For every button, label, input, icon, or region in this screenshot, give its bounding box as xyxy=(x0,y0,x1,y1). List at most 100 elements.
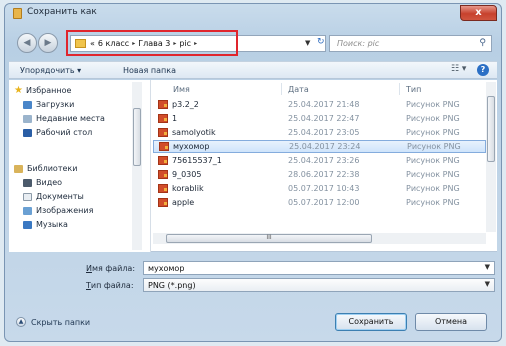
nav-item-label: Видео xyxy=(36,178,63,187)
nav-pane-scroll-thumb[interactable] xyxy=(133,108,141,166)
filetype-value: PNG (*.png) xyxy=(148,281,196,290)
png-file-icon xyxy=(158,170,168,179)
file-type: Рисунок PNG xyxy=(406,156,460,165)
nav-item-recent-places[interactable]: Недавние места xyxy=(23,114,105,123)
file-date: 05.07.2017 10:43 xyxy=(288,184,360,193)
file-name: 9_0305 xyxy=(172,170,202,179)
file-row[interactable]: p3.2_2 25.04.2017 21:48 Рисунок PNG xyxy=(153,99,486,110)
file-type: Рисунок PNG xyxy=(406,170,460,179)
filetype-select[interactable]: PNG (*.png) ▼ xyxy=(143,278,495,292)
filetype-label: Тип файла: xyxy=(86,281,134,290)
hide-folders-toggle[interactable]: ▲ Скрыть папки xyxy=(16,317,90,327)
file-date: 25.04.2017 21:48 xyxy=(288,100,360,109)
file-list-scroll-thumb[interactable] xyxy=(487,96,495,162)
file-date: 28.06.2017 22:38 xyxy=(288,170,360,179)
nav-item-label: Недавние места xyxy=(36,114,105,123)
hide-folders-label: Скрыть папки xyxy=(31,317,91,327)
png-file-icon xyxy=(158,100,168,109)
file-type: Рисунок PNG xyxy=(406,100,460,109)
libraries-icon xyxy=(14,164,23,173)
address-dropdown-icon[interactable]: ▼ xyxy=(305,39,310,47)
filename-value: мухомор xyxy=(148,264,185,273)
organize-menu-button[interactable]: Упорядочить ▾ xyxy=(20,66,81,75)
chevron-down-icon[interactable]: ▼ xyxy=(485,263,490,271)
desktop-icon xyxy=(23,128,32,137)
file-date: 25.04.2017 23:26 xyxy=(288,156,360,165)
file-type: Рисунок PNG xyxy=(406,198,460,207)
views-icon[interactable]: ☷ ▾ xyxy=(451,64,466,74)
star-icon: ★ xyxy=(14,85,23,96)
file-type: Рисунок PNG xyxy=(406,128,460,137)
nav-item-video[interactable]: Видео xyxy=(23,178,62,187)
png-file-icon xyxy=(158,128,168,137)
music-icon xyxy=(23,220,32,229)
png-file-icon xyxy=(158,198,168,207)
documents-icon xyxy=(23,192,32,201)
chevron-down-icon[interactable]: ▼ xyxy=(485,280,490,288)
file-row-selected[interactable]: мухомор 25.04.2017 23:24 Рисунок PNG xyxy=(153,140,486,153)
file-name: samolyotik xyxy=(172,128,216,137)
search-icon[interactable]: ⚲ xyxy=(479,38,486,48)
dialog-icon xyxy=(13,8,22,19)
png-file-icon xyxy=(159,142,169,151)
command-toolbar: Упорядочить ▾ Новая папка ☷ ▾ ? xyxy=(9,61,497,79)
address-highlight-frame xyxy=(66,30,238,56)
nav-item-label: Загрузки xyxy=(36,100,75,109)
save-button[interactable]: Сохранить xyxy=(335,313,407,331)
close-button[interactable]: x xyxy=(460,5,497,21)
cancel-button[interactable]: Отмена xyxy=(415,313,487,331)
forward-button[interactable]: ▶ xyxy=(38,33,58,53)
file-row[interactable]: korablik 05.07.2017 10:43 Рисунок PNG xyxy=(153,183,486,194)
nav-libraries[interactable]: Библиотеки xyxy=(14,164,77,173)
file-name: мухомор xyxy=(173,142,210,151)
horizontal-scroll-thumb[interactable]: III xyxy=(166,234,372,243)
nav-item-documents[interactable]: Документы xyxy=(23,192,84,201)
column-header-date[interactable]: Дата xyxy=(288,85,309,94)
file-name: 75615537_1 xyxy=(172,156,222,165)
search-input[interactable]: Поиск: pic ⚲ xyxy=(329,35,492,52)
downloads-icon xyxy=(23,100,32,109)
navigation-pane: ★ Избранное Загрузки Недавние места Рабо… xyxy=(9,80,151,252)
back-arrow-icon: ◀ xyxy=(23,38,31,48)
column-header-type[interactable]: Тип xyxy=(406,85,421,94)
nav-libraries-label: Библиотеки xyxy=(27,164,78,173)
new-folder-button[interactable]: Новая папка xyxy=(123,66,176,75)
recent-places-icon xyxy=(23,114,32,123)
file-date: 25.04.2017 23:05 xyxy=(288,128,360,137)
nav-favorites[interactable]: ★ Избранное xyxy=(14,85,71,96)
nav-item-downloads[interactable]: Загрузки xyxy=(23,100,74,109)
pictures-icon xyxy=(23,206,32,215)
file-name: korablik xyxy=(172,184,204,193)
file-date: 05.07.2017 12:00 xyxy=(288,198,360,207)
nav-item-label: Рабочий стол xyxy=(36,128,93,137)
filename-label: Имя файла: xyxy=(86,264,136,273)
back-button[interactable]: ◀ xyxy=(17,33,37,53)
png-file-icon xyxy=(158,114,168,123)
file-row[interactable]: 9_0305 28.06.2017 22:38 Рисунок PNG xyxy=(153,169,486,180)
file-row[interactable]: 1 25.04.2017 22:47 Рисунок PNG xyxy=(153,113,486,124)
nav-item-pictures[interactable]: Изображения xyxy=(23,206,93,215)
file-name: 1 xyxy=(172,114,178,123)
file-row[interactable]: 75615537_1 25.04.2017 23:26 Рисунок PNG xyxy=(153,155,486,166)
file-type: Рисунок PNG xyxy=(406,184,460,193)
nav-favorites-label: Избранное xyxy=(25,86,72,95)
search-placeholder: Поиск: pic xyxy=(337,39,380,48)
file-name: p3.2_2 xyxy=(172,100,199,109)
column-divider[interactable] xyxy=(281,83,282,95)
file-row[interactable]: apple 05.07.2017 12:00 Рисунок PNG xyxy=(153,197,486,208)
column-divider[interactable] xyxy=(399,83,400,95)
file-date: 25.04.2017 23:24 xyxy=(289,142,361,151)
dialog-title: Сохранить как xyxy=(27,7,97,17)
file-row[interactable]: samolyotik 25.04.2017 23:05 Рисунок PNG xyxy=(153,127,486,138)
refresh-icon[interactable]: ↻ xyxy=(317,37,325,47)
file-type: Рисунок PNG xyxy=(407,142,461,151)
nav-item-label: Музыка xyxy=(36,220,68,229)
nav-item-desktop[interactable]: Рабочий стол xyxy=(23,128,92,137)
nav-item-label: Документы xyxy=(36,192,84,201)
nav-item-music[interactable]: Музыка xyxy=(23,220,68,229)
video-icon xyxy=(23,178,32,187)
forward-arrow-icon: ▶ xyxy=(44,38,52,48)
filename-field[interactable]: мухомор ▼ xyxy=(143,261,495,275)
help-icon[interactable]: ? xyxy=(477,64,489,76)
column-header-name[interactable]: Имя xyxy=(173,85,190,94)
